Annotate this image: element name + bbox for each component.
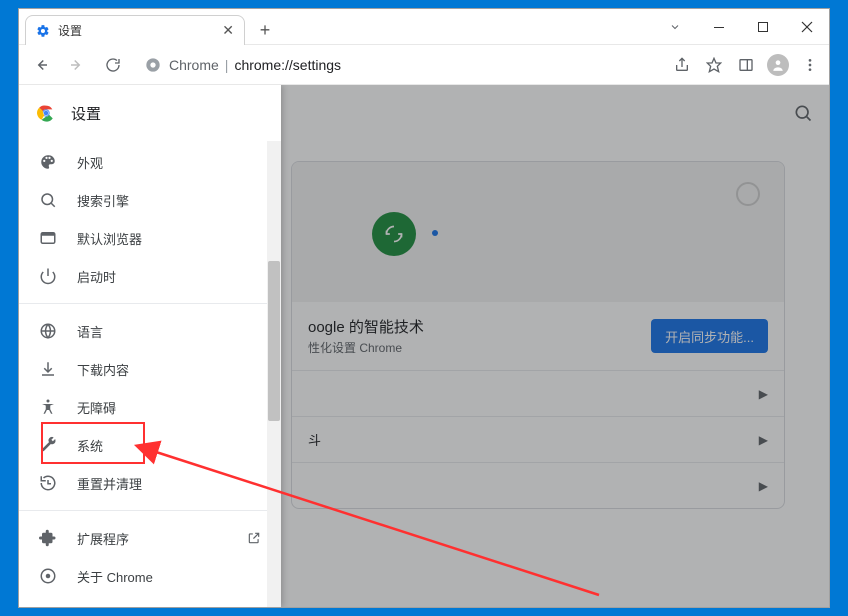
globe-icon (39, 322, 57, 340)
sidebar-item-label: 外观 (77, 153, 103, 172)
toolbar-right-icons (671, 54, 821, 76)
toolbar: Chrome | chrome://settings (19, 45, 829, 85)
address-separator: | (225, 57, 229, 73)
sidebar-item-accessibility[interactable]: 无障碍 (19, 388, 281, 426)
sidebar-item-reset[interactable]: 重置并清理 (19, 464, 281, 502)
sidebar-scrollbar[interactable] (267, 141, 281, 607)
address-prefix: Chrome (169, 57, 219, 73)
reload-button[interactable] (99, 51, 127, 79)
sidebar-item-search[interactable]: 搜索引擎 (19, 181, 281, 219)
search-icon (39, 191, 57, 209)
sidebar-item-label: 重置并清理 (77, 474, 142, 493)
chevron-down-icon[interactable] (653, 9, 697, 45)
chrome-icon (39, 567, 57, 585)
profile-avatar[interactable] (767, 54, 789, 76)
sidebar-divider (19, 510, 281, 511)
close-tab-icon[interactable]: ✕ (222, 22, 234, 39)
bookmark-icon[interactable] (703, 54, 725, 76)
sidebar-divider (19, 303, 281, 304)
scroll-thumb[interactable] (268, 261, 280, 421)
sidebar-header: 设置 (19, 85, 281, 141)
back-button[interactable] (27, 51, 55, 79)
address-url: chrome://settings (234, 57, 341, 73)
sidebar-item-label: 搜索引擎 (77, 191, 129, 210)
share-icon[interactable] (671, 54, 693, 76)
palette-icon (39, 153, 57, 171)
window-controls (653, 9, 829, 45)
accessibility-icon (39, 398, 57, 416)
browser-window: 设置 ✕ + Chrome | chrome://settings (18, 8, 830, 608)
sidebar-item-label: 扩展程序 (77, 529, 129, 548)
sidebar-item-appearance[interactable]: 外观 (19, 143, 281, 181)
sidebar-item-extensions[interactable]: 扩展程序 (19, 519, 281, 557)
sidebar-item-label: 无障碍 (77, 398, 116, 417)
menu-icon[interactable] (799, 54, 821, 76)
sidebar-item-default-browser[interactable]: 默认浏览器 (19, 219, 281, 257)
sidebar-item-label: 默认浏览器 (77, 229, 142, 248)
chrome-icon (145, 57, 161, 73)
close-window-button[interactable] (785, 9, 829, 45)
tab-title: 设置 (58, 22, 82, 39)
settings-sidebar: 设置 外观 搜索引擎 默认浏览器 启动时 (19, 85, 281, 607)
sidebar-item-system[interactable]: 系统 (19, 426, 281, 464)
restore-icon (39, 474, 57, 492)
external-link-icon (247, 531, 261, 545)
power-icon (39, 267, 57, 285)
extension-icon (39, 529, 57, 547)
sidebar-item-label: 下载内容 (77, 360, 129, 379)
wrench-icon (39, 436, 57, 454)
sidebar-list[interactable]: 外观 搜索引擎 默认浏览器 启动时 语言 (19, 141, 281, 607)
sidebar-item-label: 启动时 (77, 267, 116, 286)
minimize-button[interactable] (697, 9, 741, 45)
chrome-logo-icon (35, 102, 57, 124)
forward-button[interactable] (63, 51, 91, 79)
sidebar-item-label: 语言 (77, 322, 103, 341)
sidebar-title: 设置 (71, 103, 101, 124)
sidebar-item-about[interactable]: 关于 Chrome (19, 557, 281, 595)
download-icon (39, 360, 57, 378)
sidebar-item-label: 系统 (77, 436, 103, 455)
address-bar[interactable]: Chrome | chrome://settings (135, 50, 663, 80)
maximize-button[interactable] (741, 9, 785, 45)
browser-tab[interactable]: 设置 ✕ (25, 15, 245, 45)
sidebar-item-language[interactable]: 语言 (19, 312, 281, 350)
gear-icon (36, 24, 50, 38)
titlebar: 设置 ✕ + (19, 9, 829, 45)
new-tab-button[interactable]: + (251, 16, 279, 44)
sidebar-item-label: 关于 Chrome (77, 567, 153, 586)
sidebar-item-startup[interactable]: 启动时 (19, 257, 281, 295)
sidepanel-icon[interactable] (735, 54, 757, 76)
sidebar-item-downloads[interactable]: 下载内容 (19, 350, 281, 388)
browser-icon (39, 229, 57, 247)
content-area: oogle 的智能技术 性化设置 Chrome 开启同步功能... ▶ 斗▶ ▶ (19, 85, 829, 607)
